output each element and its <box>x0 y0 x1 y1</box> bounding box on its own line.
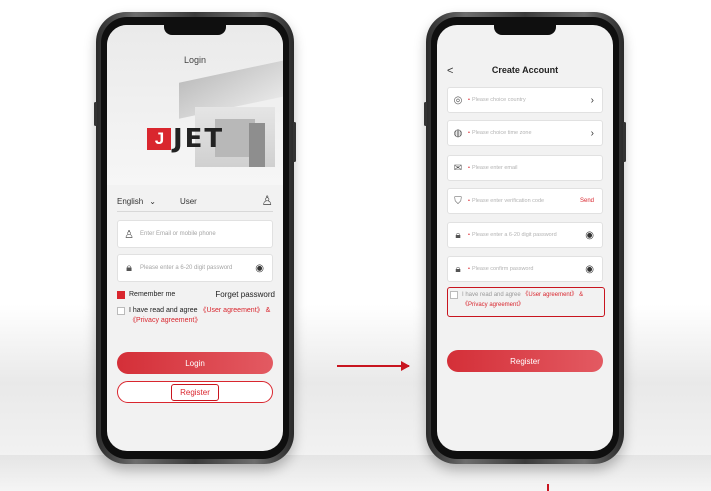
register-button[interactable]: Register <box>447 350 603 372</box>
lock-icon: 🔒︎ <box>126 261 132 274</box>
user-agreement-link[interactable]: 《User agreement》 <box>199 307 263 314</box>
person-icon: ♙ <box>124 228 134 241</box>
eye-off-icon[interactable]: ◉ <box>585 264 594 275</box>
volume-button <box>424 102 427 126</box>
mail-icon: ✉ <box>453 162 463 174</box>
email-field[interactable]: ✉ • Please enter email <box>447 155 603 181</box>
country-select[interactable]: ◎ • Please choice country › <box>447 87 603 113</box>
verification-code-field[interactable]: ⛉ • Please enter verification code Send <box>447 188 603 214</box>
divider <box>117 211 273 212</box>
register-highlight: Register <box>171 383 219 401</box>
code-placeholder: Please enter verification code <box>471 198 545 204</box>
page-title: Create Account <box>491 65 559 75</box>
agree-checkbox[interactable] <box>450 291 458 299</box>
amp-text: & <box>579 292 584 298</box>
lock-icon: 🔒︎ <box>455 263 461 275</box>
lock-icon: 🔒︎ <box>455 229 461 241</box>
amp-text: & <box>265 307 271 314</box>
remember-checkbox[interactable] <box>117 290 125 299</box>
logo-mark: J <box>147 128 171 150</box>
annotation-line <box>547 484 549 491</box>
chevron-right-icon: › <box>590 127 594 139</box>
send-code-button[interactable]: Send <box>580 198 594 204</box>
agree-checkbox[interactable] <box>117 307 125 315</box>
login-phone: Login J JET English ⌄ User ♙ ♙ Enter Ema… <box>94 12 296 464</box>
power-button <box>623 122 626 162</box>
register-button[interactable]: Register <box>117 381 273 403</box>
confirm-password-placeholder: Please confirm password <box>471 266 534 272</box>
country-placeholder: Please choice country <box>471 97 526 103</box>
timezone-placeholder: Please choice time zone <box>471 130 532 136</box>
user-agreement-link[interactable]: 《User agreement》 <box>522 292 577 298</box>
hero-banner <box>107 25 283 185</box>
forget-password-link[interactable]: Forget password <box>215 290 275 299</box>
login-screen: Login J JET English ⌄ User ♙ ♙ Enter Ema… <box>107 25 283 451</box>
email-placeholder: Please enter email <box>471 165 518 171</box>
user-type-label[interactable]: User <box>180 197 197 206</box>
create-account-screen: < Create Account ◎ • Please choice count… <box>437 25 613 451</box>
agree-text: I have read and agree <box>462 292 521 298</box>
eye-off-icon[interactable]: ◉ <box>585 230 594 241</box>
phone-notch <box>494 25 556 35</box>
arrow-head-icon <box>401 361 410 371</box>
confirm-password-field[interactable]: 🔒︎ • Please confirm password ◉ <box>447 256 603 282</box>
language-label: English <box>117 196 144 206</box>
privacy-agreement-link[interactable]: 《Privacy agreement》 <box>129 317 201 324</box>
agreement-row: I have read and agree 《User agreement》 &… <box>117 306 275 326</box>
brand-logo: J JET <box>147 124 225 154</box>
house-illustration <box>179 59 283 171</box>
flow-arrow <box>337 361 410 371</box>
password-placeholder: Please enter a 6-20 digit password <box>471 232 557 238</box>
logo-text: JET <box>173 124 225 154</box>
register-phone: < Create Account ◎ • Please choice count… <box>424 12 626 464</box>
volume-button <box>94 102 97 126</box>
remember-label: Remember me <box>129 291 176 298</box>
privacy-agreement-link[interactable]: 《Privacy agreement》 <box>462 302 524 308</box>
language-select[interactable]: English ⌄ <box>117 197 156 206</box>
agreement-highlight: I have read and agree 《User agreement》 &… <box>447 287 605 317</box>
agree-text: I have read and agree <box>129 307 198 314</box>
user-switch-icon[interactable]: ♙ <box>261 193 273 209</box>
chevron-right-icon: › <box>590 94 594 106</box>
password-field[interactable]: 🔒︎ • Please enter a 6-20 digit password … <box>447 222 603 248</box>
chevron-down-icon: ⌄ <box>149 196 156 206</box>
phone-notch <box>164 25 226 35</box>
remember-row: Remember me Forget password <box>117 290 275 299</box>
globe-icon: ◎ <box>453 94 463 106</box>
page-title: Login <box>183 55 207 65</box>
power-button <box>293 122 296 162</box>
timezone-select[interactable]: ◍ • Please choice time zone › <box>447 120 603 146</box>
header: < Create Account <box>437 65 613 81</box>
login-button[interactable]: Login <box>117 352 273 374</box>
password-placeholder: Please enter a 6-20 digit password <box>140 265 233 271</box>
clock-globe-icon: ◍ <box>453 127 463 139</box>
password-input[interactable]: 🔒︎ Please enter a 6-20 digit password ◉ <box>117 254 273 282</box>
eye-off-icon[interactable]: ◉ <box>255 263 264 274</box>
shield-check-icon: ⛉ <box>454 195 462 207</box>
email-placeholder: Enter Email or mobile phone <box>140 231 216 237</box>
email-input[interactable]: ♙ Enter Email or mobile phone <box>117 220 273 248</box>
language-row: English ⌄ User ♙ <box>117 193 273 209</box>
